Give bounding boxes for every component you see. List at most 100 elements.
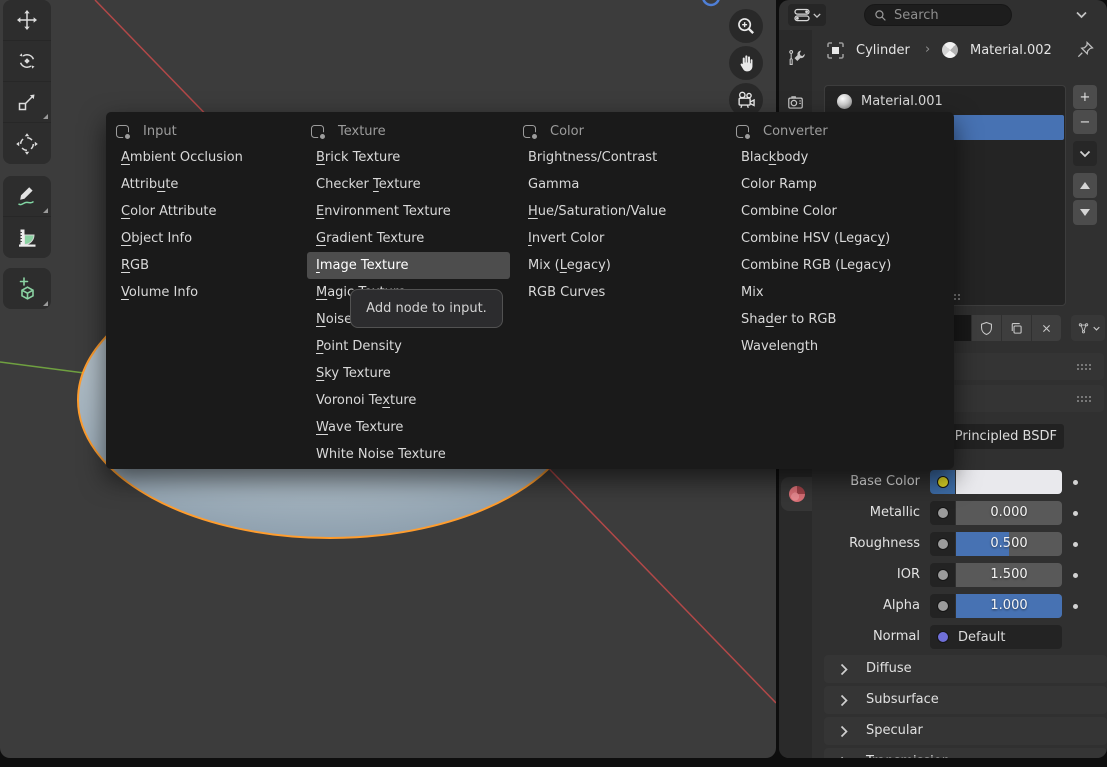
tooltip: Add node to input.: [350, 289, 503, 328]
menu-item-image-texture[interactable]: Image Texture: [307, 252, 510, 279]
normal-vector-field[interactable]: Default: [930, 625, 1062, 649]
menu-item-point-density[interactable]: Point Density: [308, 333, 512, 360]
rotate-tool-icon: [15, 49, 39, 73]
menu-item-combine-color[interactable]: Combine Color: [733, 198, 946, 225]
vector-value: Default: [958, 630, 1006, 645]
menu-item-wave-texture[interactable]: Wave Texture: [308, 414, 512, 441]
properties-editor-icon: [794, 8, 810, 22]
pin-icon: [1075, 40, 1095, 60]
zoom-icon: [735, 15, 757, 37]
menu-item-mix[interactable]: Mix: [733, 279, 946, 306]
menu-item-gamma[interactable]: Gamma: [520, 171, 731, 198]
menu-item-wavelength[interactable]: Wavelength: [733, 333, 946, 360]
material-slot-row[interactable]: Material.001: [826, 89, 1064, 114]
menu-item-color-ramp[interactable]: Color Ramp: [733, 171, 946, 198]
section-diffuse[interactable]: Diffuse: [824, 655, 1107, 683]
node-socket-icon: [311, 125, 324, 138]
move-slot-down-button[interactable]: [1073, 200, 1097, 225]
menu-item-gradient-texture[interactable]: Gradient Texture: [308, 225, 512, 252]
menu-item-sky-texture[interactable]: Sky Texture: [308, 360, 512, 387]
input-label: Base Color: [779, 470, 920, 494]
search-placeholder: Search: [894, 8, 939, 23]
menu-item-mix-legacy[interactable]: Mix (Legacy): [520, 252, 731, 279]
menu-item-rgb-curves[interactable]: RGB Curves: [520, 279, 731, 306]
add-cube-tool-icon: [15, 277, 39, 301]
metallic-slider[interactable]: 0.000: [956, 501, 1062, 525]
menu-item-combine-hsv-legacy[interactable]: Combine HSV (Legacy): [733, 225, 946, 252]
pan-button[interactable]: [729, 46, 763, 80]
menu-item-environment-texture[interactable]: Environment Texture: [308, 198, 512, 225]
scale-tool-button[interactable]: [3, 82, 51, 123]
chevron-right-icon: [840, 663, 849, 680]
decorator-dot[interactable]: [1073, 511, 1078, 516]
material-sphere-icon: [837, 94, 852, 109]
rotate-tool-button[interactable]: [3, 41, 51, 82]
panel-grip[interactable]: [1076, 395, 1091, 402]
input-label: IOR: [779, 563, 920, 587]
unlink-material-button[interactable]: [1032, 315, 1061, 341]
menu-item-attribute[interactable]: Attribute: [113, 171, 301, 198]
tool-icon: [786, 48, 806, 68]
decorator-dot[interactable]: [1073, 573, 1078, 578]
menu-item-hue-saturation-value[interactable]: Hue/Saturation/Value: [520, 198, 731, 225]
menu-item-voronoi-texture[interactable]: Voronoi Texture: [308, 387, 512, 414]
section-subsurface[interactable]: Subsurface: [824, 686, 1107, 714]
search-icon: [874, 9, 887, 22]
input-row-normal: NormalDefault: [779, 625, 1107, 649]
menu-column-header: Texture: [308, 118, 512, 144]
menu-item-volume-info[interactable]: Volume Info: [113, 279, 301, 306]
menu-item-blackbody[interactable]: Blackbody: [733, 144, 946, 171]
menu-item-rgb[interactable]: RGB: [113, 252, 301, 279]
fake-user-button[interactable]: [972, 315, 1001, 341]
render-camera-icon: [786, 93, 805, 112]
base-color-swatch[interactable]: [956, 470, 1062, 494]
menu-item-invert-color[interactable]: Invert Color: [520, 225, 731, 252]
tab-tool[interactable]: [779, 43, 812, 73]
menu-item-checker-texture[interactable]: Checker Texture: [308, 171, 512, 198]
ior-slider[interactable]: 1.500: [956, 563, 1062, 587]
node-socket-icon: [736, 125, 749, 138]
editor-type-button[interactable]: [788, 4, 826, 26]
move-tool-button[interactable]: [3, 0, 51, 41]
menu-item-combine-rgb-legacy[interactable]: Combine RGB (Legacy): [733, 252, 946, 279]
breadcrumb-object[interactable]: Cylinder: [856, 43, 910, 59]
annotate-tool-icon: [15, 184, 39, 208]
breadcrumb-material[interactable]: Material.002: [970, 43, 1052, 59]
menu-item-brick-texture[interactable]: Brick Texture: [308, 144, 512, 171]
zoom-button[interactable]: [729, 9, 763, 43]
input-row-roughness: Roughness0.500: [779, 532, 1107, 556]
annotate-tool-button[interactable]: [3, 176, 51, 217]
menu-item-shader-to-rgb[interactable]: Shader to RGB: [733, 306, 946, 333]
section-transmission[interactable]: Transmission: [824, 748, 1107, 758]
chevron-down-icon: [813, 13, 821, 18]
socket-chip: [930, 594, 955, 618]
menu-item-ambient-occlusion[interactable]: Ambient Occlusion: [113, 144, 301, 171]
decorator-dot[interactable]: [1073, 542, 1078, 547]
roughness-slider[interactable]: 0.500: [956, 532, 1062, 556]
measure-tool-button[interactable]: [3, 217, 51, 258]
browse-material-button[interactable]: [1071, 315, 1105, 341]
menu-item-color-attribute[interactable]: Color Attribute: [113, 198, 301, 225]
section-specular[interactable]: Specular: [824, 717, 1107, 745]
list-resize-grip[interactable]: [953, 293, 962, 300]
menu-item-object-info[interactable]: Object Info: [113, 225, 301, 252]
transform-tool-button[interactable]: [3, 123, 51, 164]
properties-options-button[interactable]: [1075, 8, 1088, 23]
add-cube-tool-button[interactable]: [3, 268, 51, 309]
slot-specials-button[interactable]: [1073, 141, 1097, 166]
menu-item-brightness-contrast[interactable]: Brightness/Contrast: [520, 144, 731, 171]
shield-icon: [978, 320, 995, 337]
search-input[interactable]: Search: [864, 4, 1012, 26]
panel-grip[interactable]: [1076, 363, 1091, 370]
decorator-dot[interactable]: [1073, 480, 1078, 485]
alpha-slider[interactable]: 1.000: [956, 594, 1062, 618]
move-slot-up-button[interactable]: [1073, 173, 1097, 198]
menu-item-white-noise-texture[interactable]: White Noise Texture: [308, 441, 512, 468]
duplicate-material-button[interactable]: [1002, 315, 1031, 341]
add-node-menu: InputAmbient OcclusionAttributeColor Att…: [106, 112, 954, 469]
navigation-gizmo-partial[interactable]: [703, 0, 719, 5]
remove-slot-button[interactable]: −: [1073, 110, 1097, 134]
add-slot-button[interactable]: +: [1073, 85, 1097, 109]
pin-button[interactable]: [1075, 40, 1095, 64]
decorator-dot[interactable]: [1073, 604, 1078, 609]
